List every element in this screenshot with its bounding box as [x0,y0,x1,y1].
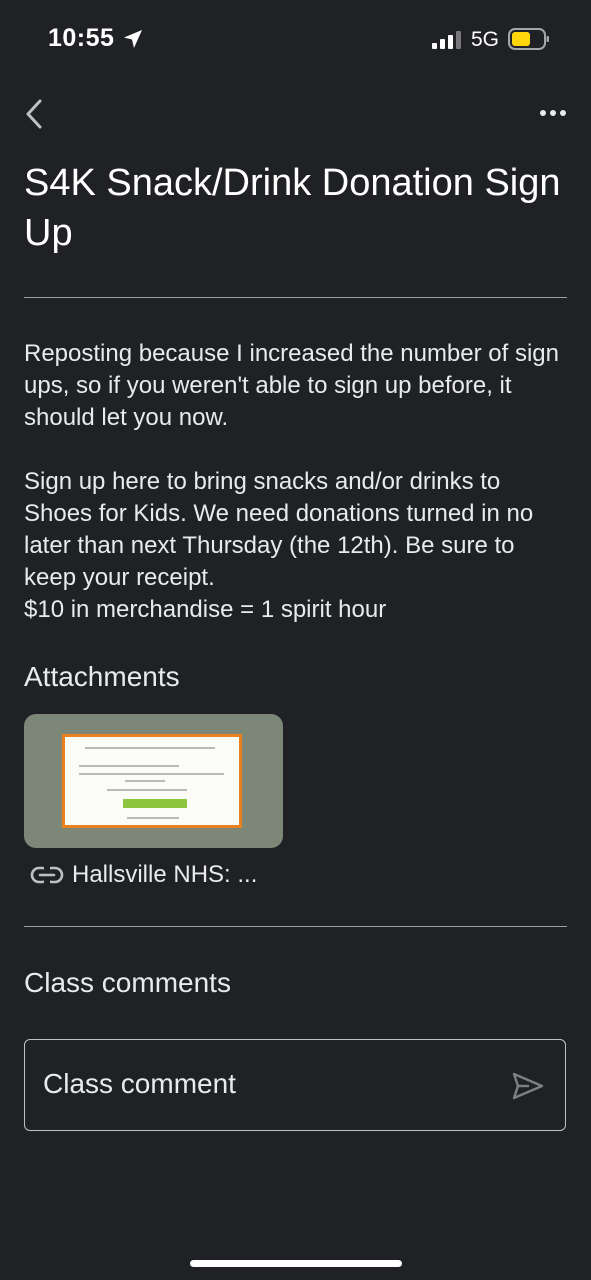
attachment-thumbnail[interactable] [24,714,283,848]
post-description: Reposting because I increased the number… [24,338,569,626]
signal-bars-icon [432,31,461,49]
comments-divider [24,926,567,927]
attachment-link[interactable]: Hallsville NHS: ... [30,860,257,890]
class-comment-input[interactable]: Class comment [24,1039,566,1131]
battery-icon [508,28,549,50]
title-divider [24,297,567,298]
chevron-left-icon [26,99,42,129]
post-paragraph: Reposting because I increased the number… [24,340,559,431]
more-horizontal-icon [540,110,566,116]
attachment-preview-image [62,734,242,828]
post-paragraph: Sign up here to bring snacks and/or drin… [24,468,534,623]
attachment-label: Hallsville NHS: ... [72,861,258,888]
status-bar: 10:55 5G [0,0,591,80]
link-icon [30,866,64,884]
attachments-heading: Attachments [24,661,180,692]
network-type: 5G [471,28,500,51]
class-comments-heading: Class comments [24,967,231,998]
home-indicator[interactable] [190,1260,402,1267]
post-title: S4K Snack/Drink Donation Sign Up [24,162,561,254]
status-time: 10:55 [48,24,115,52]
location-arrow-icon [124,30,142,48]
more-options-button[interactable] [538,103,568,123]
back-button[interactable] [18,96,54,132]
class-comment-placeholder: Class comment [43,1068,236,1099]
send-icon[interactable] [511,1070,545,1102]
